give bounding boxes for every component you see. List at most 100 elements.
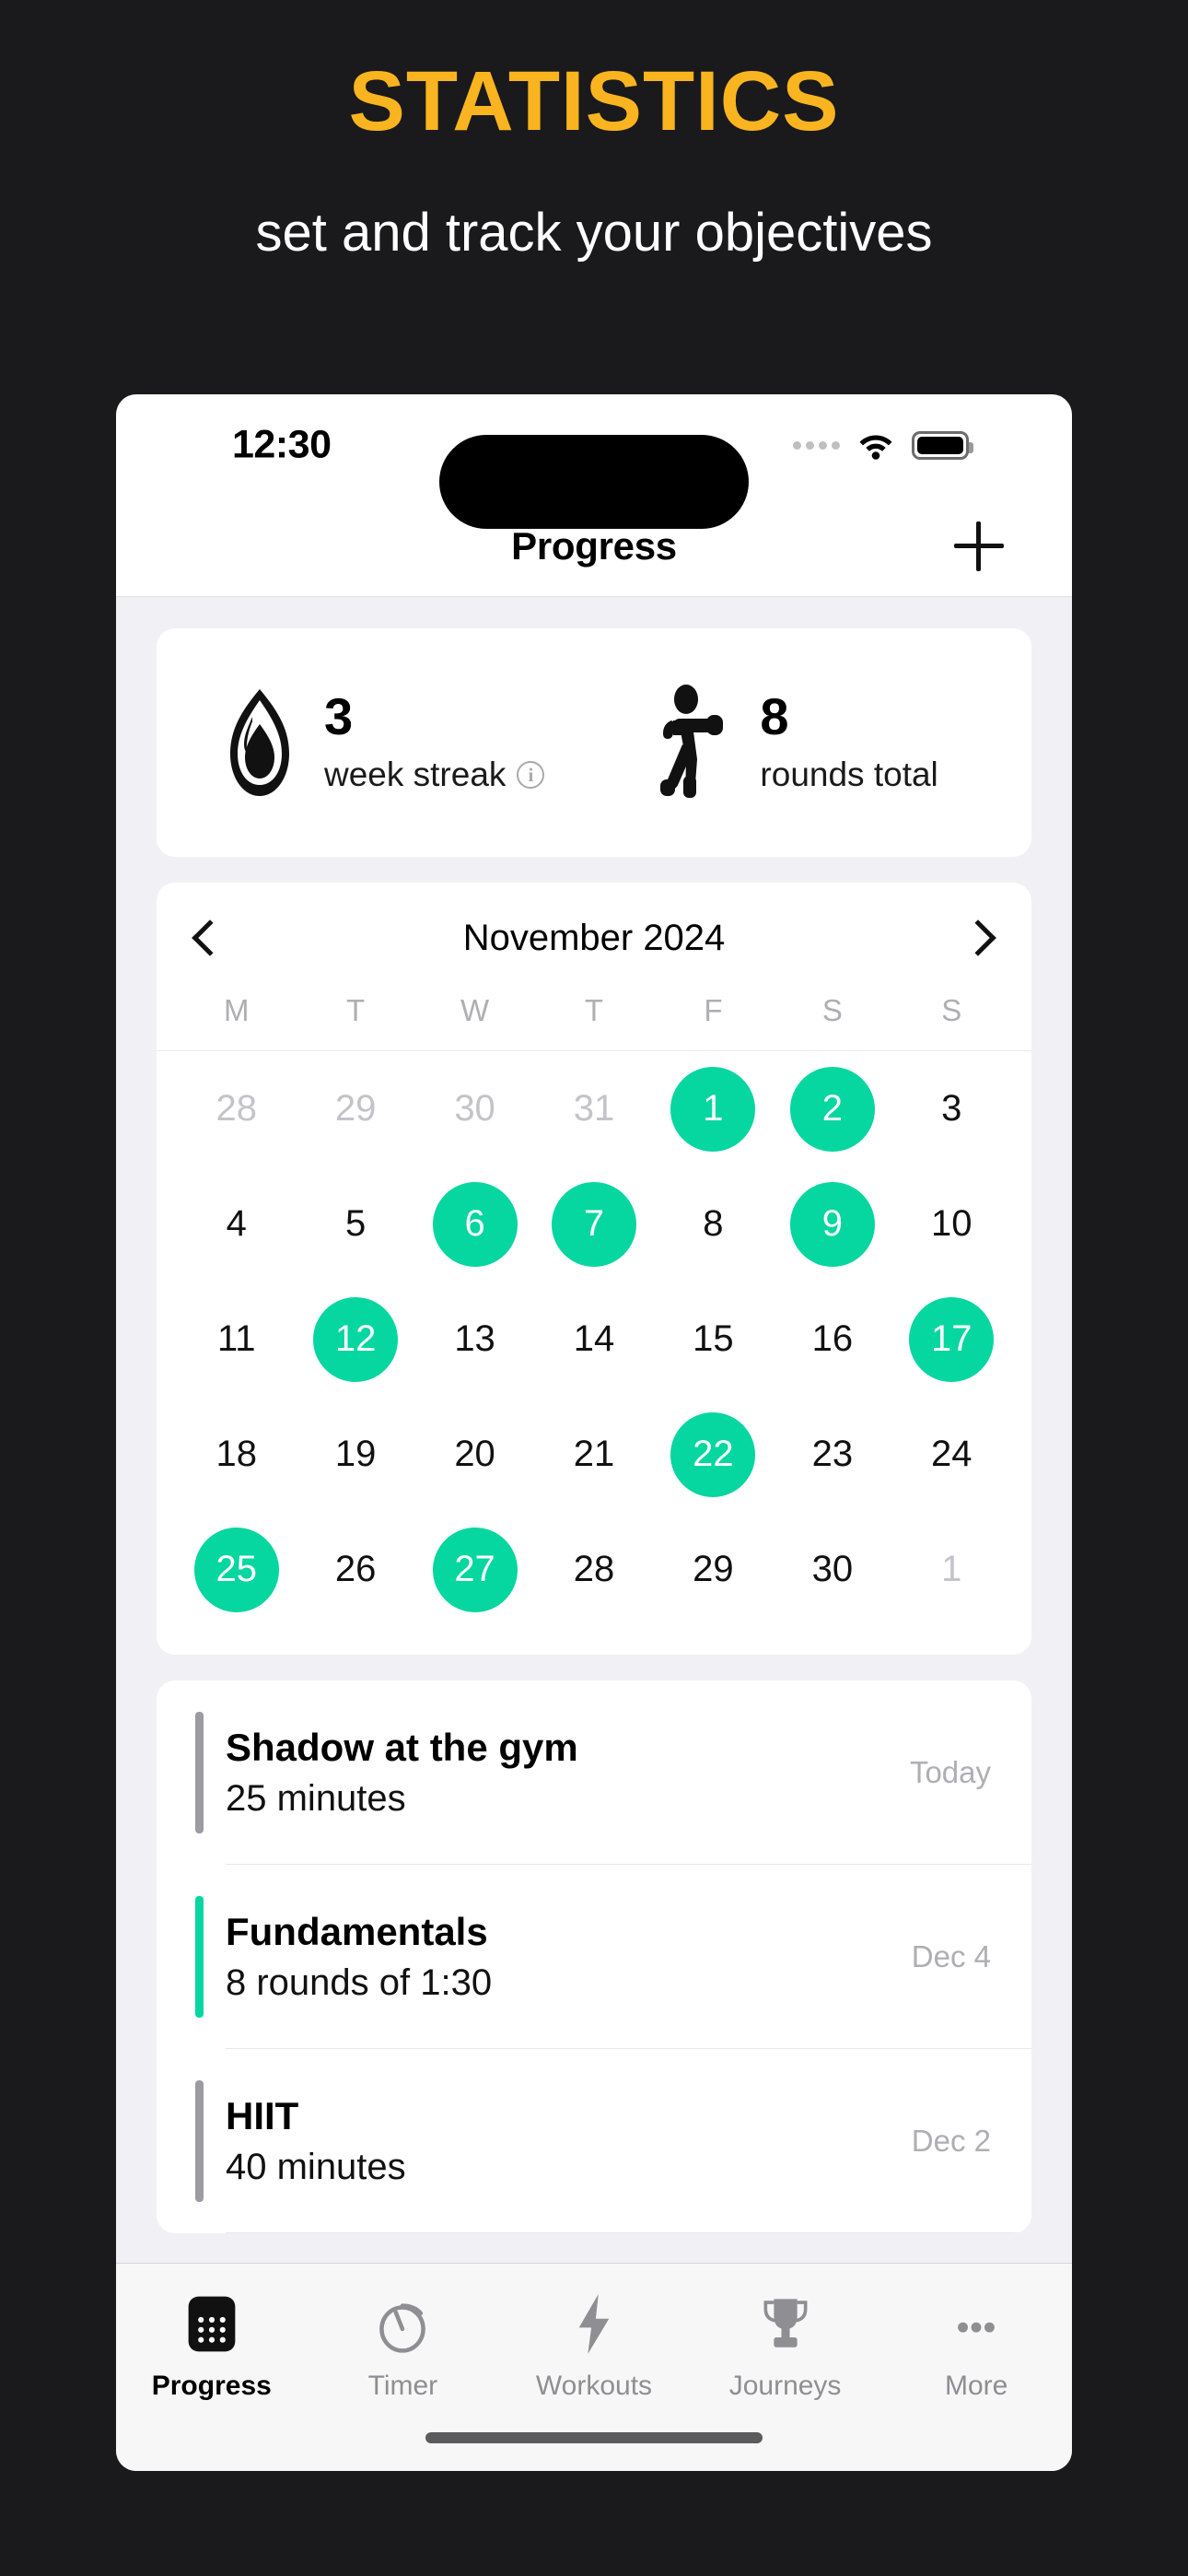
- tab-label: Timer: [367, 2371, 438, 2401]
- tab-more[interactable]: More: [880, 2289, 1072, 2402]
- calendar-day-label: 10: [931, 1203, 973, 1244]
- calendar-day-label: 15: [693, 1318, 734, 1359]
- tab-workouts[interactable]: Workouts: [498, 2289, 690, 2402]
- calendar-day[interactable]: 15: [654, 1282, 773, 1397]
- calendar-day[interactable]: 31: [534, 1051, 653, 1166]
- calendar-day[interactable]: 20: [415, 1397, 534, 1512]
- calendar-day[interactable]: 1: [892, 1512, 1011, 1627]
- calendar-day-label: 18: [215, 1434, 257, 1474]
- calendar-day[interactable]: 9: [773, 1166, 891, 1282]
- calendar-day[interactable]: 28: [534, 1512, 653, 1627]
- streak-value: 3: [324, 687, 354, 745]
- rounds-label-row: rounds total: [760, 755, 938, 794]
- streak-label-row: week streak i: [324, 755, 545, 794]
- calendar-day[interactable]: 14: [534, 1282, 653, 1397]
- calendar-day[interactable]: 4: [177, 1166, 296, 1282]
- calendar-day[interactable]: 29: [296, 1051, 414, 1166]
- calendar-header: November 2024: [157, 883, 1031, 993]
- calendar-card: November 2024 M T W T F S S 28 29 30 31 1 2 3 4…: [157, 883, 1031, 1655]
- calendar-day[interactable]: 30: [773, 1512, 891, 1627]
- info-icon[interactable]: i: [517, 761, 545, 789]
- status-bar: 12:30: [116, 394, 1072, 529]
- workout-history-row[interactable]: HIIT 40 minutes Dec 2: [195, 2049, 1031, 2233]
- calendar-day[interactable]: 11: [177, 1282, 296, 1397]
- lightning-icon: [574, 2289, 614, 2358]
- calendar-day[interactable]: 26: [296, 1512, 414, 1627]
- workout-accent-bar: [195, 2080, 204, 2202]
- calendar-day[interactable]: 10: [892, 1166, 1011, 1282]
- calendar-day[interactable]: 5: [296, 1166, 414, 1282]
- streak-label: week streak: [324, 755, 507, 793]
- calendar-day-label: 30: [454, 1088, 495, 1129]
- chevron-right-icon[interactable]: [960, 919, 996, 956]
- phone-mockup: 12:30 Progress 3 week streak i 8 rounds …: [116, 394, 1072, 2471]
- calendar-day-label: 7: [551, 1181, 636, 1267]
- rounds-value: 8: [760, 687, 789, 745]
- page-title: Progress: [511, 523, 677, 568]
- plus-icon[interactable]: [954, 521, 1004, 571]
- weekday-header: F: [704, 993, 723, 1027]
- workout-date: Today: [909, 1755, 991, 1789]
- rounds-text: 8 rounds total: [760, 691, 938, 794]
- calendar-day[interactable]: 24: [892, 1397, 1011, 1512]
- weekday-header: S: [821, 993, 843, 1027]
- tab-progress[interactable]: Progress: [116, 2289, 308, 2402]
- calendar-day[interactable]: 7: [534, 1166, 653, 1282]
- calendar-day[interactable]: 18: [177, 1397, 296, 1512]
- calendar-day-label: 5: [345, 1203, 367, 1244]
- workout-title: Fundamentals: [226, 1910, 488, 1954]
- workout-history-row[interactable]: Fundamentals 8 rounds of 1:30 Dec 4: [195, 1865, 1031, 2049]
- calendar-day[interactable]: 28: [177, 1051, 296, 1166]
- tab-timer[interactable]: Timer: [308, 2289, 499, 2402]
- calendar-day-label: 24: [931, 1434, 973, 1474]
- calendar-day-label: 29: [334, 1088, 377, 1129]
- calendar-day-label: 19: [334, 1434, 377, 1474]
- rounds-stat: 8 rounds total: [646, 684, 938, 802]
- calendar-day[interactable]: 30: [415, 1051, 534, 1166]
- calendar-day[interactable]: 22: [654, 1397, 773, 1512]
- workout-row-content: Fundamentals 8 rounds of 1:30 Dec 4: [204, 1865, 1031, 2049]
- calendar-day[interactable]: 3: [892, 1051, 1011, 1166]
- promo-header: STATISTICS set and track your objectives: [0, 0, 1188, 262]
- calendar-day-label: 31: [573, 1088, 615, 1129]
- calendar-day[interactable]: 12: [296, 1282, 414, 1397]
- rounds-label: rounds total: [760, 755, 938, 793]
- calendar-day[interactable]: 16: [773, 1282, 891, 1397]
- streak-text: 3 week streak i: [324, 687, 545, 794]
- ellipsis-icon: [949, 2289, 1003, 2358]
- workout-history-card: Shadow at the gym 25 minutes Today Fundamen…: [157, 1680, 1031, 2233]
- tab-journeys[interactable]: Journeys: [690, 2289, 881, 2402]
- workout-history-row[interactable]: Shadow at the gym 25 minutes Today: [195, 1680, 1031, 1865]
- calendar-day-label: 3: [941, 1088, 962, 1129]
- calendar-day-label: 1: [941, 1549, 962, 1589]
- scroll-content[interactable]: 3 week streak i 8 rounds total November …: [116, 597, 1072, 2263]
- streak-stat[interactable]: 3 week streak i: [210, 684, 545, 802]
- calendar-day-label: 22: [670, 1411, 756, 1497]
- calendar-day-label: 26: [334, 1549, 377, 1589]
- workout-date: Dec 4: [911, 1939, 991, 1973]
- weekday-header: M: [223, 993, 250, 1027]
- calendar-day[interactable]: 19: [296, 1397, 414, 1512]
- calendar-day[interactable]: 6: [415, 1166, 534, 1282]
- calendar-day-label: 23: [811, 1434, 854, 1474]
- calendar-day[interactable]: 17: [892, 1282, 1011, 1397]
- workout-subtitle: 25 minutes: [226, 1777, 406, 1819]
- calendar-day-label: 9: [789, 1181, 875, 1267]
- calendar-icon: [185, 2289, 239, 2358]
- calendar-day-label: 20: [454, 1434, 495, 1474]
- calendar-day[interactable]: 1: [654, 1051, 773, 1166]
- calendar-day[interactable]: 25: [177, 1512, 296, 1627]
- workout-accent-bar: [195, 1712, 204, 1833]
- calendar-day[interactable]: 21: [534, 1397, 653, 1512]
- calendar-day[interactable]: 8: [654, 1166, 773, 1282]
- home-indicator[interactable]: [425, 2432, 763, 2443]
- promo-subtitle: set and track your objectives: [255, 202, 933, 263]
- calendar-day[interactable]: 29: [654, 1512, 773, 1627]
- workout-subtitle: 8 rounds of 1:30: [226, 1961, 493, 2003]
- status-bar-indicators: [793, 430, 973, 460]
- calendar-day[interactable]: 27: [415, 1512, 534, 1627]
- calendar-day[interactable]: 2: [773, 1051, 891, 1166]
- calendar-day[interactable]: 13: [415, 1282, 534, 1397]
- calendar-day-label: 4: [226, 1203, 247, 1244]
- calendar-day[interactable]: 23: [773, 1397, 891, 1512]
